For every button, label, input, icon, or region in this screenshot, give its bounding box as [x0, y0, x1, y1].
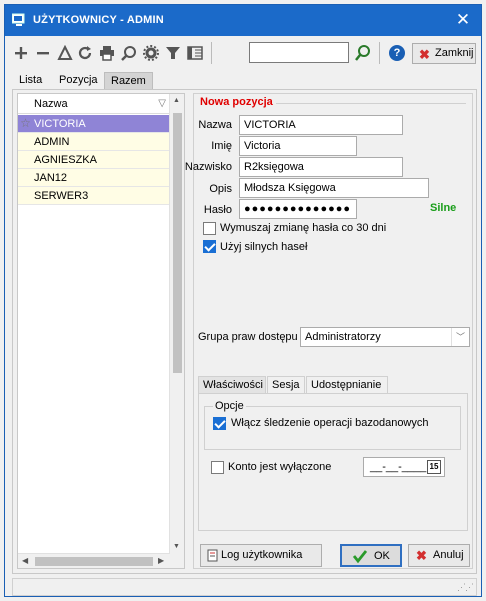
cancel-label: Anuluj — [433, 549, 464, 561]
opis-field[interactable]: Młodsza Księgowa — [239, 178, 429, 198]
add-icon[interactable] — [13, 45, 29, 61]
password-strength: Silne — [430, 202, 457, 214]
close-button[interactable]: ✖ Zamknij — [412, 43, 476, 64]
user-list: Nazwa ▽ ☆ VICTORIA ADMIN AGNIESZKA JAN12 — [17, 93, 185, 569]
columns-icon[interactable] — [187, 45, 203, 61]
nazwisko-label: Nazwisko — [184, 161, 232, 173]
scroll-left-icon[interactable]: ◀ — [22, 556, 28, 565]
toolbar-separator — [379, 42, 380, 64]
preview-icon[interactable] — [121, 45, 137, 61]
scroll-right-icon[interactable]: ▶ — [158, 556, 164, 565]
list-item[interactable]: SERWER3 — [18, 187, 170, 205]
column-filter-icon[interactable]: ▽ — [158, 98, 166, 109]
tab-wlasciwosci[interactable]: Właściwości — [198, 376, 266, 394]
list-header[interactable]: Nazwa ▽ — [18, 94, 170, 114]
account-disabled-label: Konto jest wyłączone — [228, 461, 332, 473]
title-bar: UŻYTKOWNICY - ADMIN ✕ — [5, 5, 481, 36]
strong-passwords-label: Użyj silnych haseł — [220, 241, 308, 253]
scroll-thumb[interactable] — [173, 113, 182, 373]
ok-button[interactable]: OK — [340, 544, 402, 567]
list-horizontal-scrollbar[interactable]: ◀ ▶ — [18, 553, 170, 568]
print-icon[interactable] — [99, 45, 115, 61]
haslo-label: Hasło — [203, 204, 232, 216]
group-select-value: Administratorzy — [305, 331, 381, 343]
content-area: Nazwa ▽ ☆ VICTORIA ADMIN AGNIESZKA JAN12 — [12, 89, 477, 574]
settings-icon[interactable] — [143, 45, 159, 61]
cancel-button[interactable]: ✖ Anuluj — [408, 544, 470, 567]
users-window: UŻYTKOWNICY - ADMIN ✕ ? ✖ Zamknij Lista … — [4, 4, 482, 597]
calendar-icon[interactable]: 15 — [427, 460, 441, 474]
list-rows: ☆ VICTORIA ADMIN AGNIESZKA JAN12 SERWER3 — [18, 115, 170, 205]
resize-grip-icon[interactable]: ⋰⋰ — [457, 582, 474, 593]
log-document-icon — [207, 549, 218, 562]
section-title: Nowa pozycja — [200, 96, 276, 108]
refresh-icon[interactable] — [77, 45, 93, 61]
users-app-icon — [12, 13, 25, 26]
filter-icon[interactable] — [165, 45, 181, 61]
list-item[interactable]: JAN12 — [18, 169, 170, 187]
search-go-icon[interactable] — [354, 44, 372, 62]
list-item[interactable]: AGNIESZKA — [18, 151, 170, 169]
list-item[interactable]: ADMIN — [18, 133, 170, 151]
list-item-label: SERWER3 — [34, 190, 89, 202]
audit-checkbox[interactable] — [213, 417, 226, 430]
group-label: Grupa praw dostępu — [198, 331, 298, 343]
tab-razem[interactable]: Razem — [104, 72, 153, 90]
star-icon: ☆ — [20, 116, 31, 130]
date-value: __-__-____ — [370, 461, 427, 473]
imie-label: Imię — [211, 140, 232, 152]
remove-icon[interactable] — [35, 45, 51, 61]
section-divider — [276, 103, 466, 104]
cancel-x-icon: ✖ — [416, 548, 427, 563]
list-item-label: AGNIESZKA — [34, 154, 97, 166]
checkmark-icon — [352, 550, 368, 564]
edit-icon[interactable] — [57, 45, 73, 61]
scroll-down-icon[interactable]: ▼ — [173, 543, 180, 550]
options-group-title: Opcje — [213, 400, 246, 412]
audit-label: Włącz śledzenie operacji bazodanowych — [231, 417, 429, 429]
date-field[interactable]: __-__-____ 15 — [363, 457, 445, 477]
toolbar-separator — [211, 42, 212, 64]
chevron-down-icon[interactable]: ﹀ — [451, 328, 469, 346]
tab-sesja[interactable]: Sesja — [267, 376, 305, 394]
options-group: Opcje Włącz śledzenie operacji bazodanow… — [204, 400, 461, 450]
window-title: UŻYTKOWNICY - ADMIN — [33, 14, 164, 26]
toolbar: ? ✖ Zamknij — [5, 36, 481, 68]
password-field[interactable]: ●●●●●●●●●●●●●● — [239, 199, 357, 219]
window-close-button[interactable]: ✕ — [453, 10, 473, 30]
tab-pozycja[interactable]: Pozycja — [53, 72, 104, 90]
tab-lista[interactable]: Lista — [13, 72, 48, 90]
scroll-thumb[interactable] — [35, 557, 153, 566]
help-button[interactable]: ? — [389, 45, 405, 61]
user-log-button[interactable]: Log użytkownika — [200, 544, 322, 567]
scroll-up-icon[interactable]: ▲ — [173, 97, 180, 104]
status-bar: ⋰⋰ — [12, 578, 477, 596]
tab-udostepnianie[interactable]: Udostępnianie — [306, 376, 388, 394]
list-item-label: ADMIN — [34, 136, 70, 148]
column-header-nazwa[interactable]: Nazwa — [34, 98, 68, 110]
list-item-label: JAN12 — [34, 172, 68, 184]
force-change-checkbox[interactable] — [203, 222, 216, 235]
nazwa-label: Nazwa — [198, 119, 232, 131]
nazwa-field[interactable]: VICTORIA — [239, 115, 403, 135]
imie-field[interactable]: Victoria — [239, 136, 357, 156]
ok-label: OK — [374, 550, 390, 562]
group-select[interactable]: Administratorzy ﹀ — [300, 327, 470, 347]
properties-panel: Opcje Włącz śledzenie operacji bazodanow… — [198, 393, 468, 531]
list-item-label: VICTORIA — [34, 118, 86, 130]
list-item[interactable]: ☆ VICTORIA — [18, 115, 170, 133]
user-log-label: Log użytkownika — [221, 549, 303, 561]
force-change-label: Wymuszaj zmianę hasła co 30 dni — [220, 222, 387, 234]
user-form: Nowa pozycja Nazwa VICTORIA Imię Victori… — [185, 93, 473, 569]
opis-label: Opis — [209, 183, 232, 195]
nazwisko-field[interactable]: R2księgowa — [239, 157, 403, 177]
search-input[interactable] — [249, 42, 349, 63]
close-x-icon: ✖ — [419, 47, 430, 62]
account-disabled-checkbox[interactable] — [211, 461, 224, 474]
strong-passwords-checkbox[interactable] — [203, 240, 216, 253]
close-button-label: Zamknij — [435, 47, 474, 59]
